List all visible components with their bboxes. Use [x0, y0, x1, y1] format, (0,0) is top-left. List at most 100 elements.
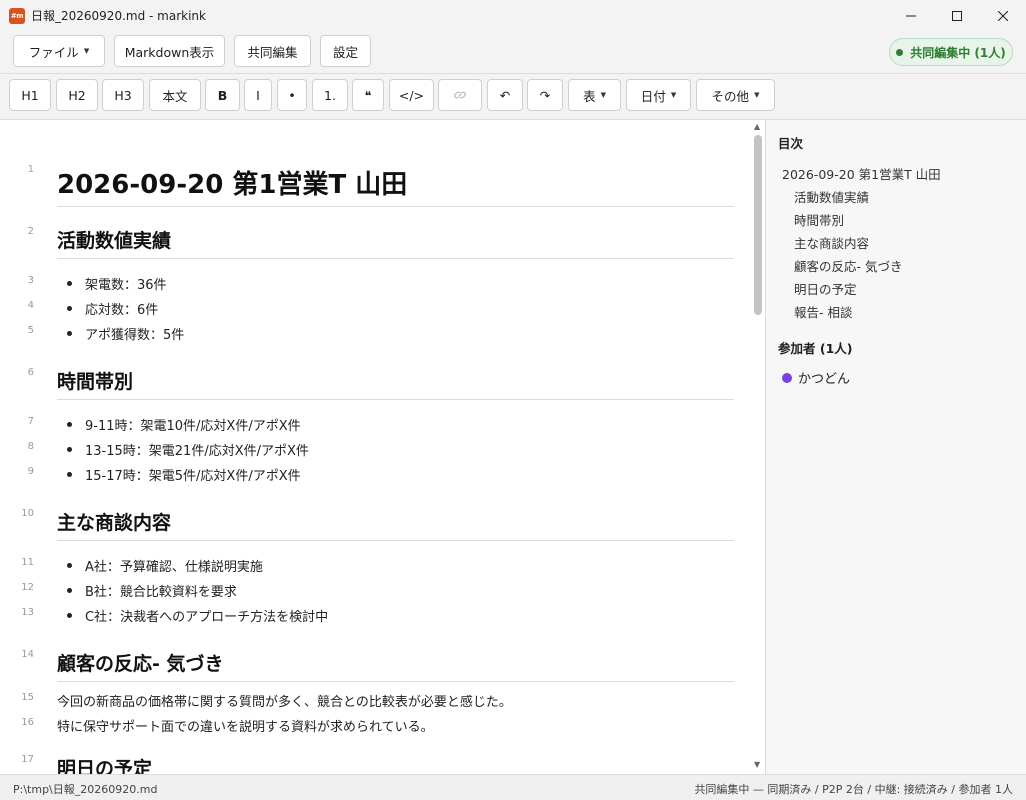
- line-number: 10: [21, 508, 34, 519]
- participant-item: かつどん: [782, 368, 850, 387]
- list-item: 13-15時：架電21件/応対X件/アポX件: [67, 440, 309, 459]
- settings-button[interactable]: 設定: [320, 35, 371, 67]
- more-menu-label: その他: [711, 88, 750, 104]
- list-item: 架電数：36件: [67, 274, 167, 293]
- chevron-down-icon: ▼: [600, 91, 606, 99]
- menu-bar: ファイル ▼ Markdown表示 共同編集 設定 共同編集中 (1人): [0, 31, 1026, 74]
- file-path: P:\tmp\日報_20260920.md: [13, 783, 158, 796]
- heading-divider: [57, 399, 734, 400]
- markdown-view-button[interactable]: Markdown表示: [114, 35, 225, 67]
- participant-name: かつどん: [798, 372, 851, 387]
- toc-item[interactable]: 明日の予定: [794, 279, 857, 298]
- toc-item[interactable]: 顧客の反応- 気づき: [794, 256, 902, 275]
- line-number: 16: [21, 717, 34, 728]
- close-button[interactable]: [980, 0, 1026, 31]
- markdown-editor[interactable]: 1 2026-09-20 第1営業T 山田 2 活動数値実績 3 架電数：36件…: [0, 120, 766, 774]
- window-title: 日報_20260920.md - markink: [31, 9, 206, 23]
- list-item: A社：予算確認、仕様説明実施: [67, 556, 263, 575]
- editor-scrollbar[interactable]: ▲ ▼: [751, 120, 765, 774]
- scroll-down-icon[interactable]: ▼: [754, 760, 760, 769]
- heading-divider: [57, 206, 734, 207]
- doc-title-heading: 2026-09-20 第1営業T 山田: [57, 170, 408, 200]
- link-icon: [454, 91, 466, 99]
- section-heading: 主な商談内容: [57, 512, 172, 534]
- status-bar: P:\tmp\日報_20260920.md 共同編集中 — 同期済み / P2P…: [0, 774, 1026, 800]
- scrollbar-thumb[interactable]: [754, 135, 762, 315]
- line-number: 6: [27, 367, 34, 378]
- app-icon: #m: [9, 7, 25, 24]
- list-item: 15-17時：架電5件/応対X件/アポX件: [67, 465, 301, 484]
- line-number: 4: [27, 300, 34, 311]
- redo-button[interactable]: ↷: [527, 79, 563, 111]
- bullet-list-button[interactable]: •: [277, 79, 307, 111]
- chevron-down-icon: ▼: [83, 47, 90, 55]
- online-dot-icon: [896, 48, 904, 56]
- outline-sidebar: 目次 2026-09-20 第1営業T 山田 活動数値実績 時間帯別 主な商談内…: [766, 120, 1026, 774]
- participants-title: 参加者 (1人): [778, 341, 853, 356]
- line-number: 7: [27, 416, 34, 427]
- participant-color-dot: [782, 372, 792, 383]
- minimize-button[interactable]: [888, 0, 934, 31]
- date-menu-label: 日付: [640, 88, 666, 104]
- more-menu-button[interactable]: その他 ▼: [696, 79, 775, 111]
- line-number: 8: [27, 441, 34, 452]
- toc-item[interactable]: 活動数値実績: [794, 187, 869, 206]
- section-heading: 明日の予定: [57, 758, 153, 774]
- close-icon: [998, 10, 1008, 21]
- list-item: 応対数：6件: [66, 299, 158, 318]
- line-number: 5: [27, 325, 34, 336]
- paragraph: 特に保守サポート面での違いを説明する資料が求められている。: [57, 720, 434, 735]
- list-item: 9-11時：架電10件/応対X件/アポX件: [67, 415, 301, 434]
- quote-button[interactable]: ❝: [352, 79, 384, 111]
- collab-status-label: 共同編集中 (1人): [910, 45, 1006, 60]
- line-number: 1: [27, 164, 34, 175]
- link-button[interactable]: [438, 79, 482, 111]
- collab-status-badge: 共同編集中 (1人): [889, 38, 1013, 66]
- maximize-icon: [952, 10, 962, 21]
- section-heading: 活動数値実績: [57, 230, 172, 252]
- sync-status: 共同編集中 — 同期済み / P2P 2台 / 中継: 接続済み / 参加者 1…: [694, 783, 1013, 796]
- list-item: B社：競合比較資料を要求: [67, 581, 237, 600]
- code-button[interactable]: </>: [389, 79, 434, 111]
- table-menu-button[interactable]: 表 ▼: [568, 79, 621, 111]
- line-number: 13: [21, 607, 34, 618]
- chevron-down-icon: ▼: [754, 91, 760, 99]
- h3-button[interactable]: H3: [102, 79, 144, 111]
- line-number: 9: [27, 466, 34, 477]
- chevron-down-icon: ▼: [670, 91, 677, 99]
- toc-item[interactable]: 主な商談内容: [794, 233, 869, 252]
- line-number: 17: [21, 754, 34, 765]
- collab-edit-button[interactable]: 共同編集: [234, 35, 311, 67]
- numbered-list-button[interactable]: 1.: [312, 79, 348, 111]
- heading-divider: [57, 258, 734, 259]
- section-heading: 顧客の反応- 気づき: [57, 653, 224, 675]
- title-bar: #m 日報_20260920.md - markink: [0, 0, 1026, 31]
- line-number: 2: [27, 226, 34, 237]
- toc-title: 目次: [778, 136, 804, 151]
- file-menu-button[interactable]: ファイル ▼: [13, 35, 105, 67]
- toc-item[interactable]: 2026-09-20 第1営業T 山田: [782, 164, 941, 183]
- line-number: 15: [21, 692, 34, 703]
- maximize-button[interactable]: [934, 0, 980, 31]
- line-number: 12: [21, 582, 34, 593]
- body-text-button[interactable]: 本文: [149, 79, 201, 111]
- format-toolbar: H1 H2 H3 本文 B I • 1. ❝ </> ↶ ↷ 表 ▼ 日付 ▼ …: [0, 74, 1026, 120]
- bold-button[interactable]: B: [205, 79, 240, 111]
- h2-button[interactable]: H2: [56, 79, 98, 111]
- line-number: 11: [21, 557, 34, 568]
- undo-button[interactable]: ↶: [487, 79, 523, 111]
- h1-button[interactable]: H1: [9, 79, 51, 111]
- heading-divider: [57, 540, 734, 541]
- toc-item[interactable]: 報告- 相談: [794, 302, 852, 321]
- line-number: 14: [21, 649, 34, 660]
- italic-button[interactable]: I: [244, 79, 272, 111]
- toc-item[interactable]: 時間帯別: [794, 210, 844, 229]
- file-menu-label: ファイル: [28, 44, 79, 60]
- list-item: C社：決裁者へのアプローチ方法を検討中: [66, 606, 328, 625]
- table-menu-label: 表: [583, 88, 596, 104]
- scroll-up-icon[interactable]: ▲: [754, 122, 760, 131]
- date-menu-button[interactable]: 日付 ▼: [626, 79, 691, 111]
- paragraph: 今回の新商品の価格帯に関する質問が多く、競合との比較表が必要と感じた。: [57, 695, 512, 710]
- section-heading: 時間帯別: [57, 371, 134, 393]
- line-number: 3: [27, 275, 34, 286]
